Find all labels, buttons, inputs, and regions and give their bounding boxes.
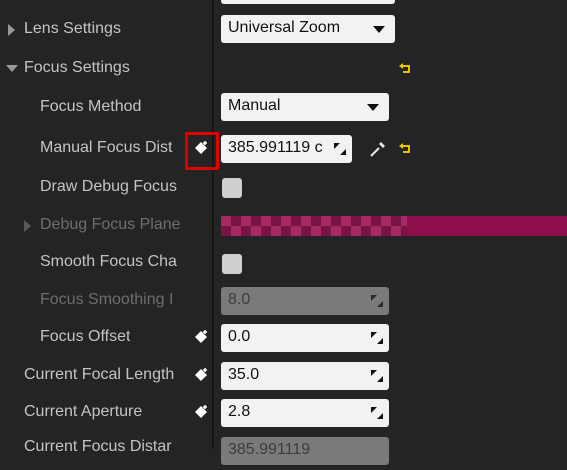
row-draw-debug-focus: Draw Debug Focus <box>0 169 567 207</box>
current-focal-length-value: 35.0 <box>228 366 260 383</box>
reset-to-default-icon[interactable] <box>399 143 413 155</box>
reset-to-default-icon[interactable] <box>399 63 413 75</box>
drag-handle-icon[interactable] <box>371 370 383 382</box>
alpha-checker-pattern <box>221 216 407 236</box>
draw-debug-focus-checkbox[interactable] <box>222 178 242 198</box>
focus-smoothing-value: 8.0 <box>228 291 251 308</box>
drag-handle-icon[interactable] <box>371 295 383 307</box>
keyframe-add-icon[interactable] <box>194 329 210 345</box>
lens-settings-value: Universal Zoom <box>228 19 341 36</box>
current-focus-distance-label: Current Focus Distar <box>24 438 172 455</box>
debug-focus-plane-color-swatch[interactable] <box>221 216 567 236</box>
smooth-focus-changes-label: Smooth Focus Cha <box>40 253 177 270</box>
drag-handle-icon[interactable] <box>371 407 383 419</box>
draw-debug-focus-label: Draw Debug Focus <box>40 178 177 195</box>
current-aperture-value: 2.8 <box>228 403 251 420</box>
row-focus-smoothing: Focus Smoothing I 8.0 <box>0 282 567 320</box>
current-focal-length-label: Current Focal Length <box>24 366 175 383</box>
row-current-focus-distance: Current Focus Distar 385.991119 <box>0 432 567 470</box>
highlight-box <box>185 132 219 170</box>
chevron-down-icon <box>373 26 385 33</box>
manual-focus-distance-value: 385.991119 c <box>228 139 323 156</box>
keyframe-add-icon[interactable] <box>194 404 210 420</box>
cutoff-field[interactable] <box>221 0 395 4</box>
manual-focus-distance-input[interactable]: 385.991119 c <box>221 135 352 163</box>
focus-offset-input[interactable]: 0.0 <box>221 324 389 352</box>
debug-focus-plane-label: Debug Focus Plane <box>40 216 181 233</box>
focus-method-dropdown[interactable]: Manual <box>221 93 389 121</box>
row-current-aperture: Current Aperture 2.8 <box>0 394 567 432</box>
chevron-down-icon <box>367 104 379 111</box>
focus-offset-value: 0.0 <box>228 328 251 345</box>
smooth-focus-changes-checkbox[interactable] <box>222 254 242 274</box>
row-lens-settings: Lens Settings Universal Zoom <box>0 11 567 49</box>
keyframe-add-icon[interactable] <box>194 367 210 383</box>
collapse-arrow-icon[interactable] <box>6 65 18 72</box>
current-aperture-label: Current Aperture <box>24 403 143 420</box>
current-focal-length-input[interactable]: 35.0 <box>221 362 389 390</box>
row-focus-offset: Focus Offset 0.0 <box>0 319 567 357</box>
expand-arrow-icon[interactable] <box>24 220 31 232</box>
focus-method-label: Focus Method <box>40 98 142 115</box>
drag-handle-icon[interactable] <box>334 143 346 155</box>
focus-method-value: Manual <box>228 97 281 114</box>
row-focus-settings: Focus Settings <box>0 50 567 88</box>
focus-smoothing-label: Focus Smoothing I <box>40 291 174 308</box>
row-focus-method: Focus Method Manual <box>0 89 567 127</box>
focus-settings-label[interactable]: Focus Settings <box>24 59 130 77</box>
focus-offset-label: Focus Offset <box>40 328 131 345</box>
current-focus-distance-value: 385.991119 <box>228 441 311 458</box>
current-focus-distance-input[interactable]: 385.991119 <box>221 437 389 465</box>
manual-focus-distance-label: Manual Focus Dist <box>40 139 173 156</box>
eyedropper-icon[interactable] <box>369 140 387 158</box>
drag-handle-icon[interactable] <box>371 332 383 344</box>
row-smooth-focus-changes: Smooth Focus Cha <box>0 244 567 282</box>
current-aperture-input[interactable]: 2.8 <box>221 399 389 427</box>
lens-settings-label[interactable]: Lens Settings <box>24 20 121 38</box>
focus-smoothing-input[interactable]: 8.0 <box>221 287 389 315</box>
row-current-focal-length: Current Focal Length 35.0 <box>0 357 567 395</box>
row-manual-focus-distance: Manual Focus Dist 385.991119 c <box>0 130 567 168</box>
lens-settings-dropdown[interactable]: Universal Zoom <box>221 15 395 43</box>
expand-arrow-icon[interactable] <box>8 24 15 36</box>
